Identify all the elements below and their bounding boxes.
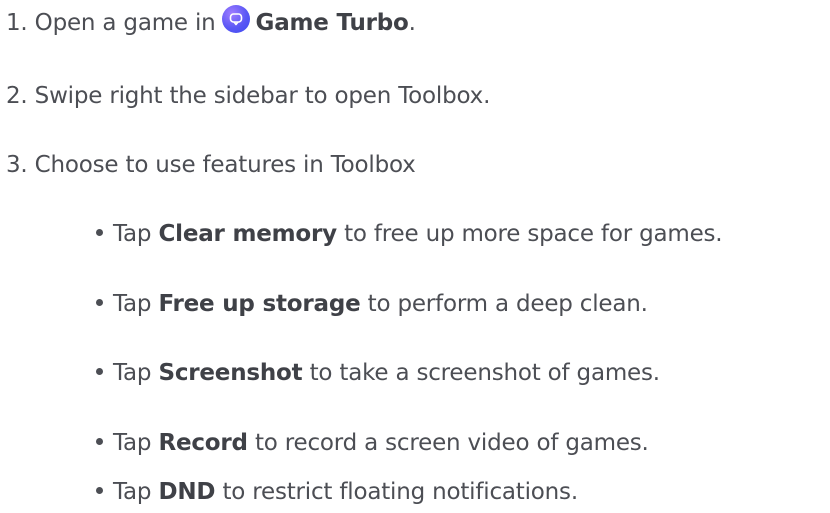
- feature-description: to record a screen video of games.: [254, 430, 649, 456]
- step-number: 3.: [6, 152, 28, 178]
- step-number: 2.: [6, 83, 28, 109]
- bullet-dot-icon: [96, 438, 103, 445]
- feature-name: Clear memory: [158, 221, 337, 247]
- bullet-prefix: Tap: [113, 360, 152, 386]
- step-number: 1.: [6, 10, 28, 36]
- bullet-screenshot: Tap Screenshot to take a screenshot of g…: [96, 358, 660, 388]
- bullet-free-up-storage: Tap Free up storage to perform a deep cl…: [96, 289, 648, 319]
- app-name: Game Turbo: [255, 10, 409, 36]
- feature-name: Free up storage: [158, 291, 361, 317]
- bullet-dnd: Tap DND to restrict floating notificatio…: [96, 477, 578, 507]
- bullet-prefix: Tap: [113, 291, 152, 317]
- step-2: 2. Swipe right the sidebar to open Toolb…: [6, 81, 490, 111]
- step-text: Open a game in: [34, 10, 216, 36]
- bullet-prefix: Tap: [113, 221, 152, 247]
- bullet-prefix: Tap: [113, 479, 152, 505]
- bullet-clear-memory: Tap Clear memory to free up more space f…: [96, 219, 723, 249]
- feature-description: to take a screenshot of games.: [309, 360, 661, 386]
- feature-name: Record: [158, 430, 248, 456]
- step-3: 3. Choose to use features in Toolbox: [6, 150, 416, 180]
- step-1: 1. Open a game in Game Turbo.: [6, 4, 416, 38]
- feature-description: to perform a deep clean.: [367, 291, 648, 317]
- step-text: Choose to use features in Toolbox: [34, 152, 416, 178]
- step-punctuation: .: [408, 10, 416, 36]
- bullet-record: Tap Record to record a screen video of g…: [96, 428, 649, 458]
- bullet-dot-icon: [96, 299, 103, 306]
- step-text: Swipe right the sidebar to open Toolbox.: [34, 83, 491, 109]
- feature-name: Screenshot: [158, 360, 303, 386]
- bullet-dot-icon: [96, 368, 103, 375]
- feature-description: to restrict floating notifications.: [222, 479, 578, 505]
- feature-name: DND: [158, 479, 216, 505]
- bullet-prefix: Tap: [113, 430, 152, 456]
- bullet-dot-icon: [96, 487, 103, 494]
- game-turbo-icon: [221, 4, 250, 33]
- bullet-dot-icon: [96, 229, 103, 236]
- instructions-document: 1. Open a game in Game Turbo. 2. Swipe r…: [0, 0, 830, 513]
- feature-description: to free up more space for games.: [344, 221, 723, 247]
